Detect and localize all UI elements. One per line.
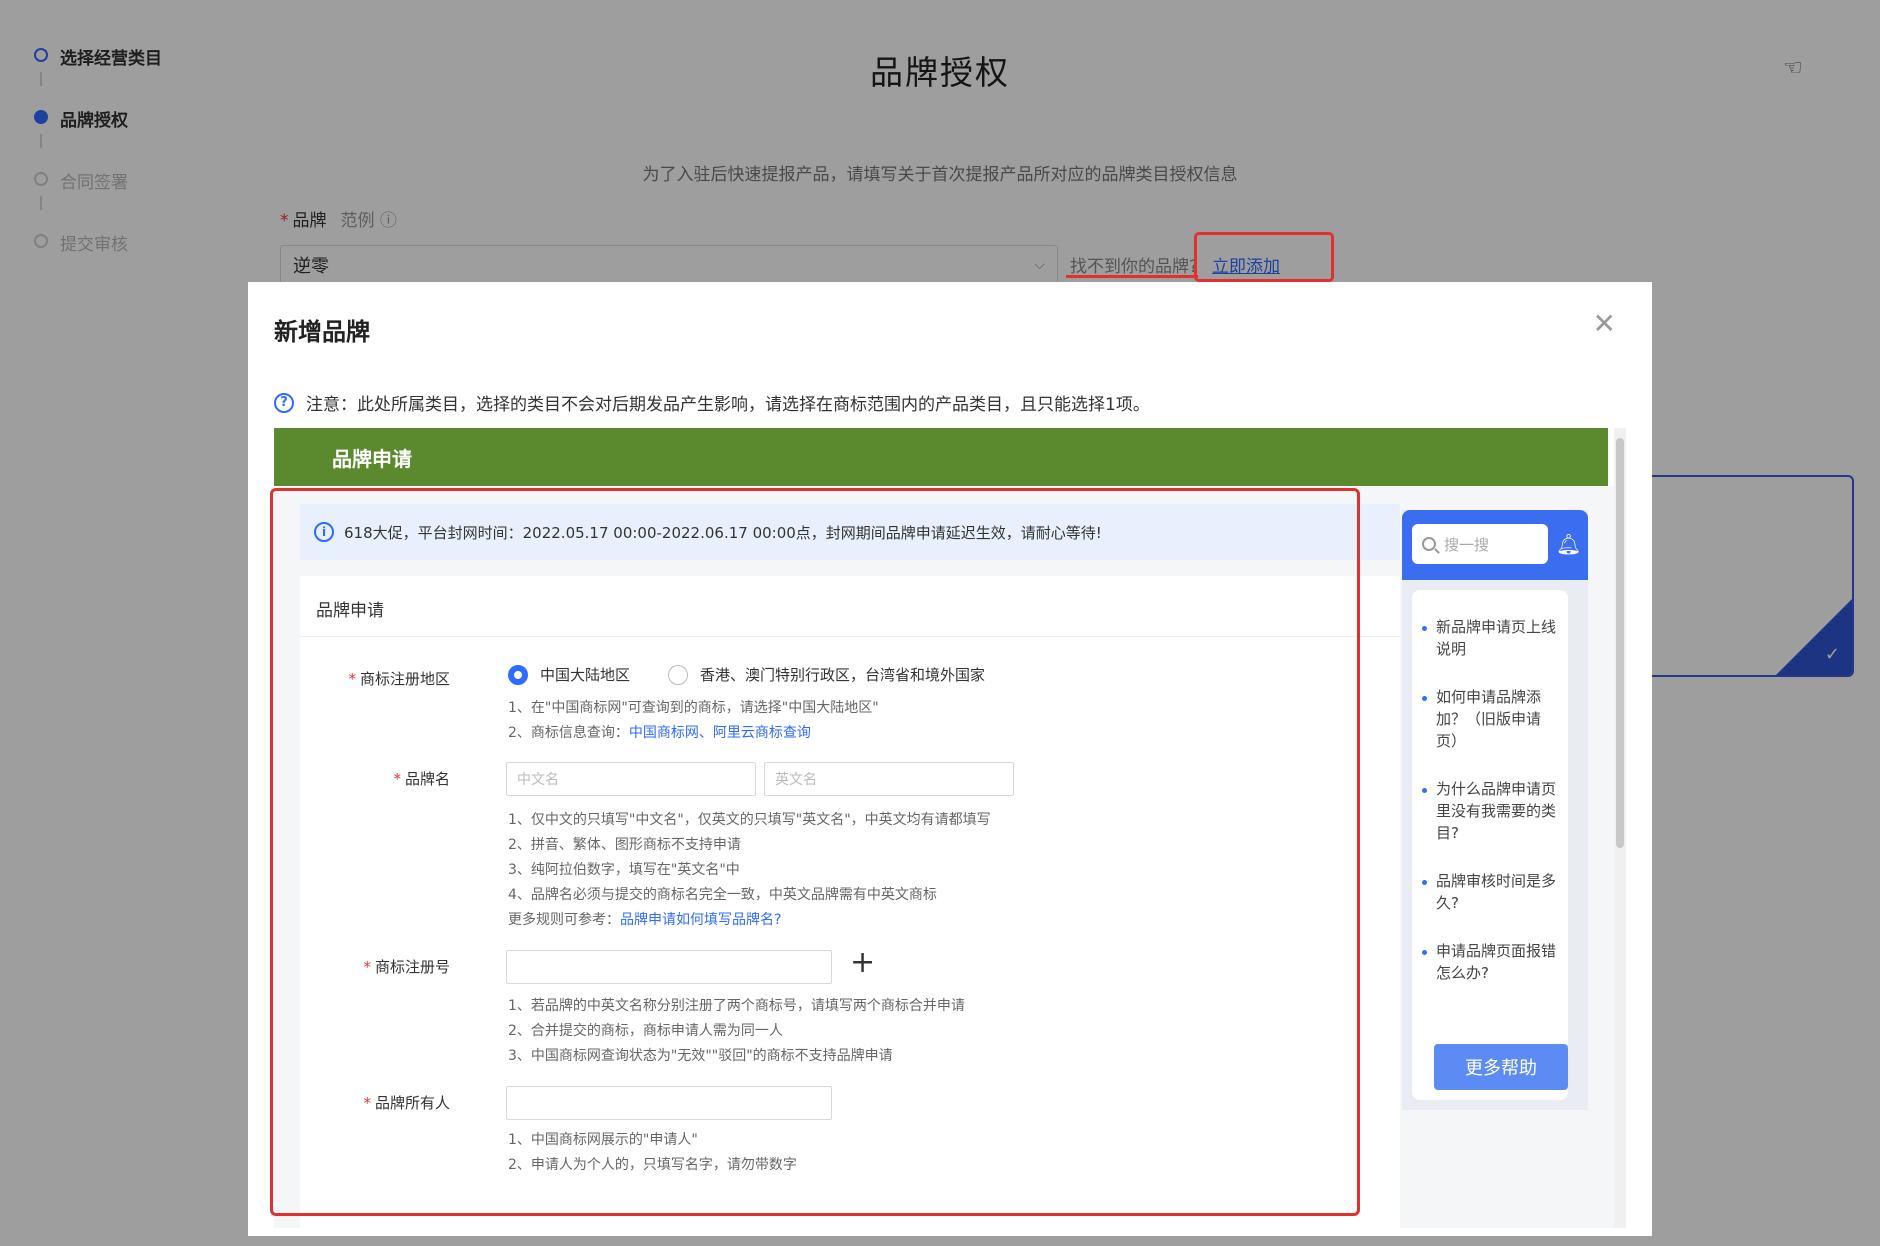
highlight-box-add-link [1194,232,1334,282]
notice-text: 注意：此处所属类目，选择的类目不会对后期发品产生影响，请选择在商标范围内的产品类… [306,395,1150,415]
highlight-underline [1066,275,1198,278]
question-icon: ? [274,392,294,413]
help-item[interactable]: 新品牌申请页上线说明 [1422,616,1560,660]
scrollbar[interactable] [1614,428,1626,1228]
highlight-box-form [270,488,1360,1216]
search-placeholder: 搜一搜 [1444,535,1490,554]
bell-icon[interactable]: 🔔︎ [1556,532,1581,556]
modal-notice: ? 注意：此处所属类目，选择的类目不会对后期发品产生影响，请选择在商标范围内的产… [274,390,1150,415]
scrollbar-thumb[interactable] [1616,438,1624,848]
help-item[interactable]: 如何申请品牌添加？（旧版申请页） [1422,686,1560,752]
modal-title: 新增品牌 [274,318,370,346]
search-icon [1422,537,1436,551]
help-panel: 搜一搜 🔔︎ 新品牌申请页上线说明 如何申请品牌添加？（旧版申请页） 为什么品牌… [1402,510,1588,1110]
close-icon[interactable]: ✕ [1593,310,1616,338]
brand-apply-header: 品牌申请 [274,428,1608,486]
help-item[interactable]: 申请品牌页面报错怎么办? [1422,940,1560,984]
help-item[interactable]: 品牌审核时间是多久? [1422,870,1560,914]
more-help-button[interactable]: 更多帮助 [1434,1044,1568,1090]
help-list: 新品牌申请页上线说明 如何申请品牌添加？（旧版申请页） 为什么品牌申请页里没有我… [1412,590,1568,1100]
help-header: 搜一搜 🔔︎ [1402,510,1588,580]
help-search-input[interactable]: 搜一搜 [1412,524,1548,564]
help-item[interactable]: 为什么品牌申请页里没有我需要的类目? [1422,778,1560,844]
